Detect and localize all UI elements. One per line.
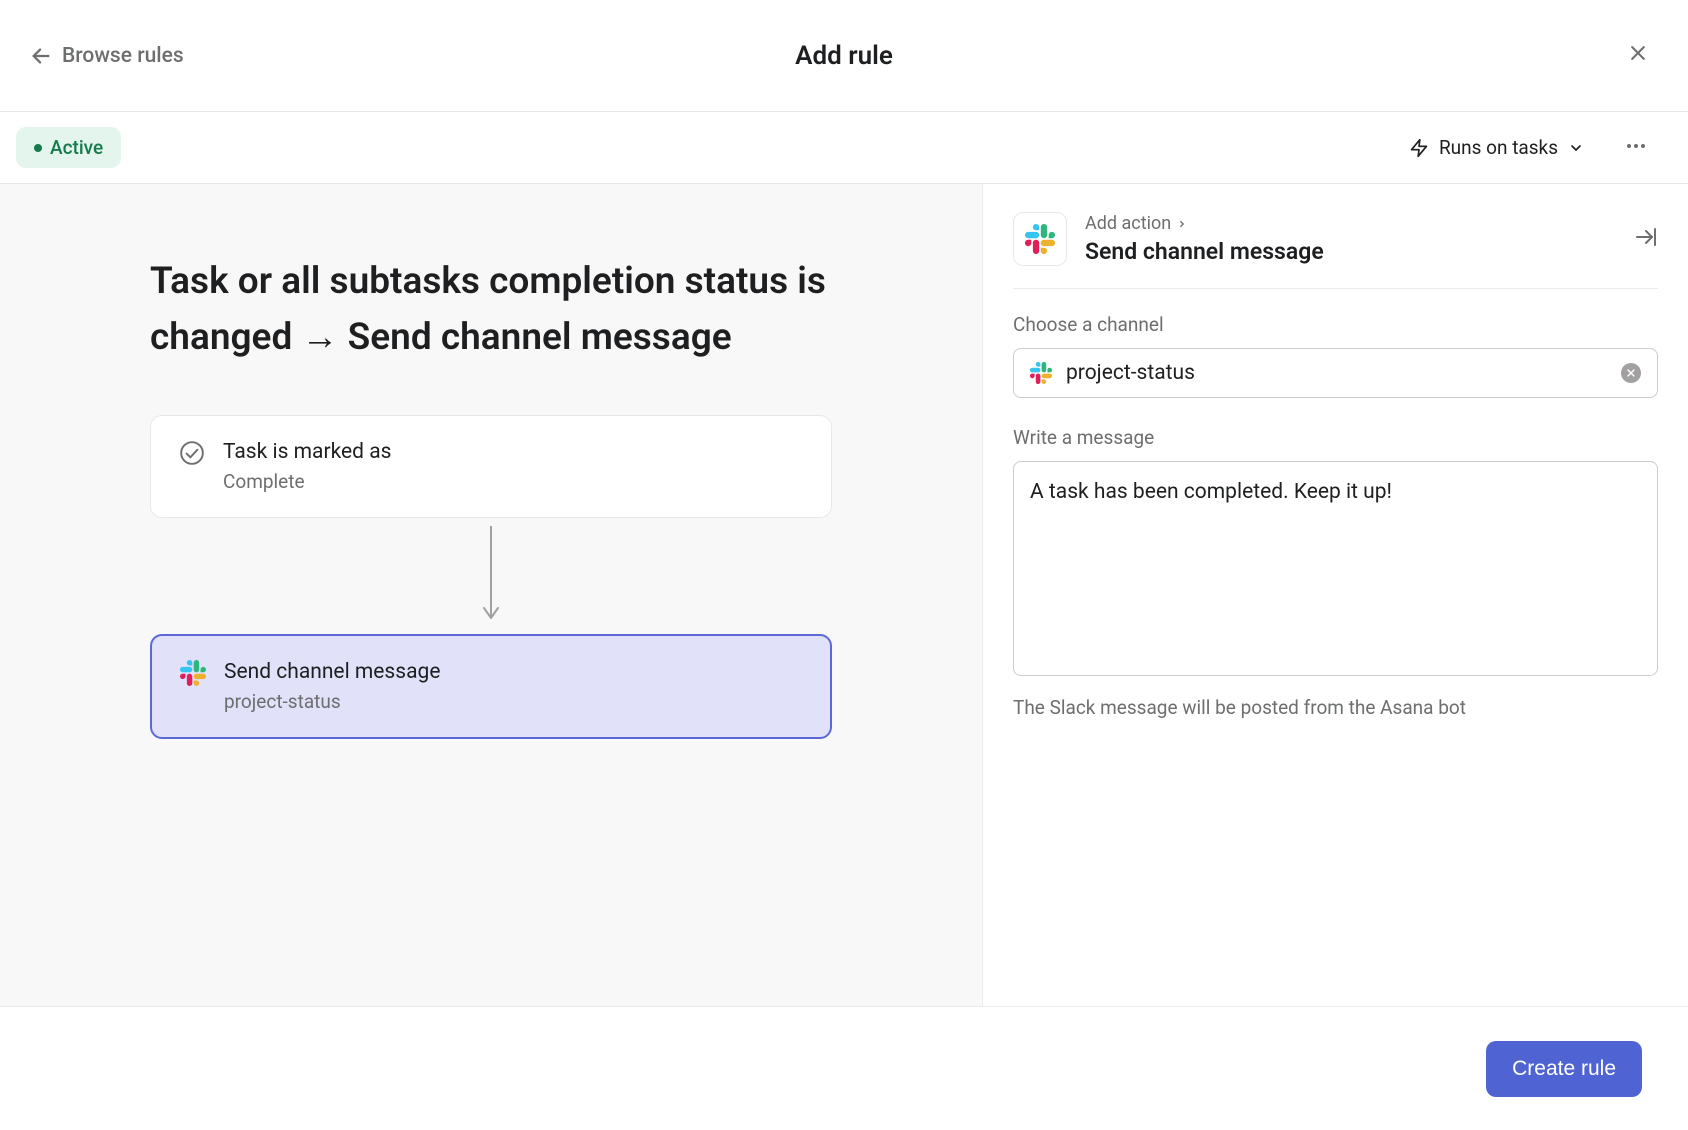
collapse-panel-button[interactable] bbox=[1634, 225, 1658, 253]
chevron-down-icon bbox=[1568, 140, 1584, 156]
more-horizontal-icon bbox=[1624, 134, 1648, 158]
check-circle-icon bbox=[179, 440, 205, 466]
panel-header: Add action Send channel message bbox=[1013, 212, 1658, 289]
helper-text: The Slack message will be posted from th… bbox=[1013, 696, 1658, 719]
chevron-right-icon bbox=[1177, 219, 1187, 229]
toolbar: Active Runs on tasks bbox=[0, 112, 1688, 184]
message-textarea[interactable] bbox=[1013, 461, 1658, 676]
more-menu-button[interactable] bbox=[1614, 134, 1658, 162]
channel-field-label: Choose a channel bbox=[1013, 313, 1658, 336]
status-dot-icon bbox=[34, 144, 42, 152]
create-rule-button[interactable]: Create rule bbox=[1486, 1041, 1642, 1097]
back-label: Browse rules bbox=[62, 44, 184, 68]
header: Browse rules Add rule bbox=[0, 0, 1688, 112]
runs-on-dropdown[interactable]: Runs on tasks bbox=[1409, 136, 1584, 159]
x-icon bbox=[1626, 368, 1636, 378]
clear-channel-button[interactable] bbox=[1621, 363, 1641, 383]
action-title: Send channel message bbox=[224, 660, 440, 684]
arrow-left-icon bbox=[30, 45, 52, 67]
flow-panel: Task or all subtasks completion status i… bbox=[0, 184, 983, 1006]
close-button[interactable] bbox=[1628, 43, 1648, 68]
lightning-icon bbox=[1409, 138, 1429, 158]
runs-on-label: Runs on tasks bbox=[1439, 136, 1558, 159]
rule-title: Task or all subtasks completion status i… bbox=[150, 254, 832, 365]
status-label: Active bbox=[50, 136, 103, 159]
page-title: Add rule bbox=[795, 41, 893, 71]
panel-breadcrumb[interactable]: Add action bbox=[1085, 213, 1324, 234]
channel-value: project-status bbox=[1066, 361, 1607, 385]
message-field-label: Write a message bbox=[1013, 426, 1658, 449]
slack-icon bbox=[1025, 224, 1055, 254]
slack-icon bbox=[1030, 362, 1052, 384]
main-content: Task or all subtasks completion status i… bbox=[0, 184, 1688, 1006]
trigger-title: Task is marked as bbox=[223, 440, 391, 464]
footer: Create rule bbox=[0, 1006, 1688, 1130]
slack-icon bbox=[180, 660, 206, 686]
action-subtitle: project-status bbox=[224, 690, 440, 713]
trigger-subtitle: Complete bbox=[223, 470, 391, 493]
collapse-right-icon bbox=[1634, 225, 1658, 249]
action-card[interactable]: Send channel message project-status bbox=[150, 634, 832, 739]
flow-arrow bbox=[150, 526, 832, 626]
detail-panel: Add action Send channel message Choose a… bbox=[983, 184, 1688, 1006]
arrow-down-icon bbox=[481, 526, 501, 626]
panel-title: Send channel message bbox=[1085, 238, 1324, 265]
channel-input[interactable]: project-status bbox=[1013, 348, 1658, 398]
panel-header-icon-container bbox=[1013, 212, 1067, 266]
status-badge[interactable]: Active bbox=[16, 127, 121, 168]
browse-rules-link[interactable]: Browse rules bbox=[30, 44, 184, 68]
trigger-card[interactable]: Task is marked as Complete bbox=[150, 415, 832, 518]
close-icon bbox=[1628, 43, 1648, 63]
